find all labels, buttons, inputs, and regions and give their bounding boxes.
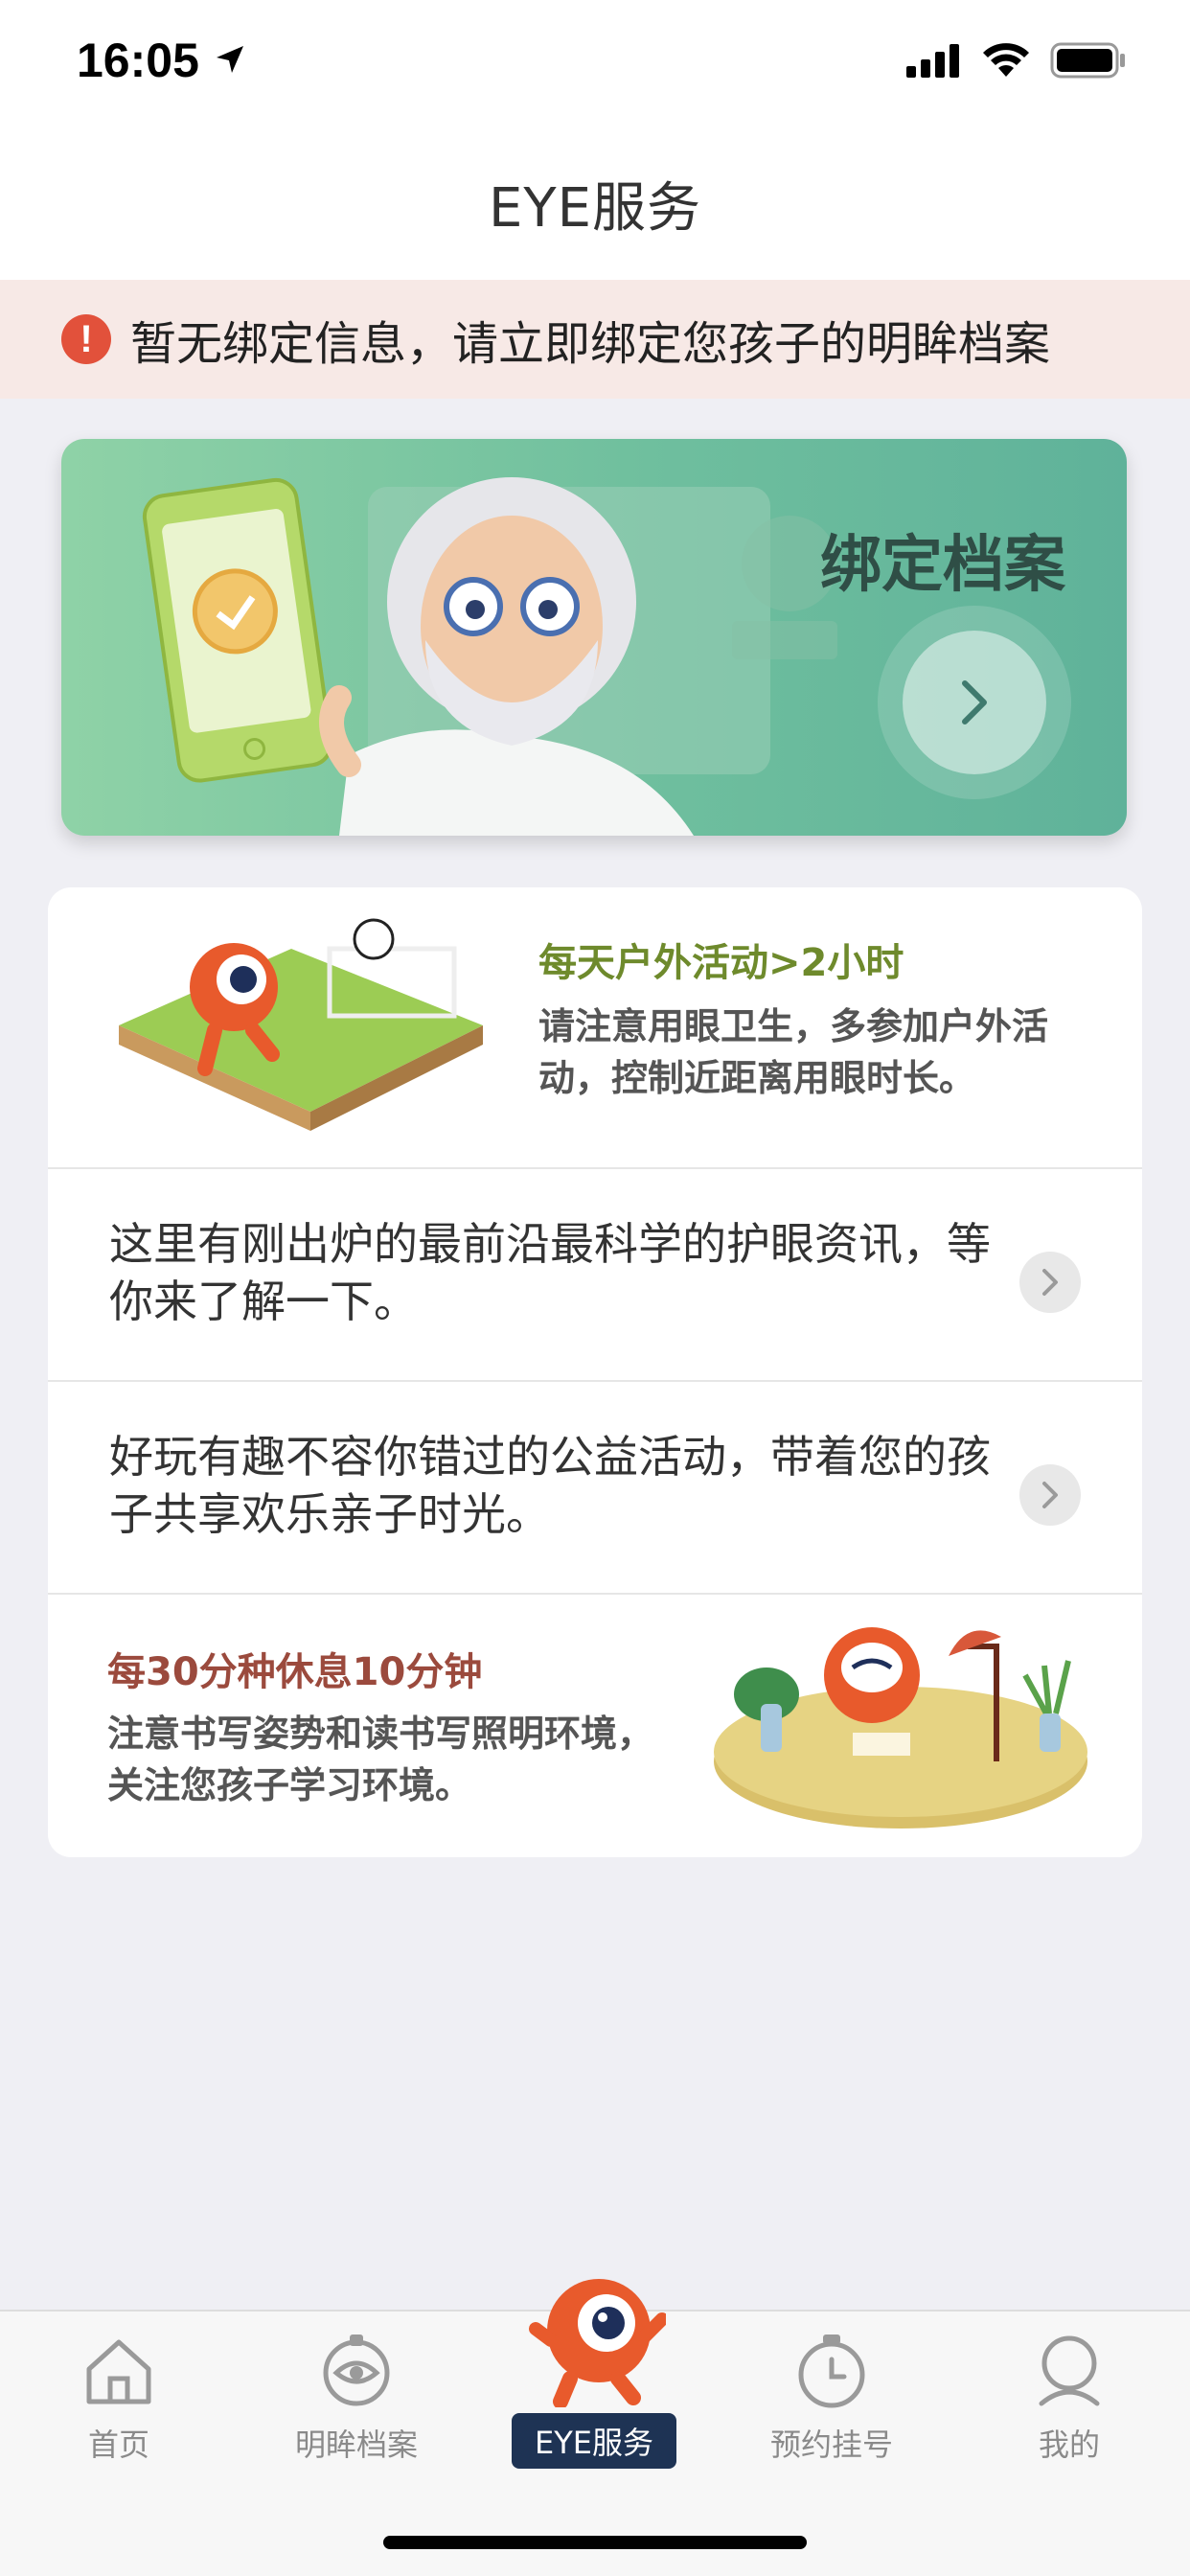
tab-eye-service[interactable] xyxy=(498,2273,690,2411)
wifi-icon xyxy=(983,43,1029,77)
tab-eye-profile-label: 明眸档案 xyxy=(294,2426,418,2463)
alert-icon: ! xyxy=(61,314,111,364)
status-time: 16:05 xyxy=(77,34,199,87)
tip-outdoor-title: 每天户外活动>2小时 xyxy=(538,941,904,985)
nav-bar: EYE服务 xyxy=(0,126,1190,280)
chevron-right-icon xyxy=(1042,1482,1058,1508)
activity-row-text: 好玩有趣不容你错过的公益活动，带着您的孩子共享欢乐亲子时光。 xyxy=(109,1431,991,1540)
clock-icon xyxy=(798,2334,865,2408)
banner-title: 绑定档案 xyxy=(820,530,1065,601)
tip-rest: 每30分种休息10分钟 注意书写姿势和读书写照明环境，关注您孩子学习环境。 xyxy=(48,1595,1142,1857)
tab-mine-label: 我的 xyxy=(1038,2426,1100,2463)
chevron-right-icon xyxy=(962,680,987,724)
banner-arrow-button[interactable] xyxy=(903,631,1046,774)
chevron-right-icon xyxy=(1042,1269,1058,1296)
news-row-arrow[interactable] xyxy=(1019,1252,1081,1313)
status-icons xyxy=(906,42,1127,79)
tip-outdoor-desc: 请注意用眼卫生，多参加户外活动，控制近距离用眼时长。 xyxy=(538,1005,1049,1099)
home-icon xyxy=(86,2339,151,2404)
activity-row[interactable]: 好玩有趣不容你错过的公益活动，带着您的孩子共享欢乐亲子时光。 xyxy=(48,1382,1142,1595)
tab-appointment[interactable]: 预约挂号 xyxy=(736,2331,927,2465)
activity-row-arrow[interactable] xyxy=(1019,1464,1081,1526)
tab-mine[interactable]: 我的 xyxy=(973,2331,1165,2465)
bind-profile-banner[interactable]: 绑定档案 xyxy=(61,439,1127,836)
tip-rest-title: 每30分种休息10分钟 xyxy=(107,1650,483,1694)
tab-home-label: 首页 xyxy=(87,2426,149,2463)
home-indicator xyxy=(383,2536,807,2549)
study-desk-illustration xyxy=(714,1627,1087,1828)
status-bar: 16:05 xyxy=(0,0,1190,126)
tab-home[interactable]: 首页 xyxy=(23,2331,215,2465)
page-title: EYE服务 xyxy=(489,176,701,240)
mascot-icon xyxy=(529,2279,669,2409)
notice-text: 暂无绑定信息，请立即绑定您孩子的明眸档案 xyxy=(130,317,1051,371)
location-arrow-icon xyxy=(217,46,243,73)
tab-appointment-label: 预约挂号 xyxy=(769,2426,893,2463)
eye-icon xyxy=(323,2334,390,2406)
user-icon xyxy=(1039,2335,1100,2406)
tip-rest-desc: 注意书写姿势和读书写照明环境，关注您孩子学习环境。 xyxy=(107,1713,654,1806)
news-row[interactable]: 这里有刚出炉的最前沿最科学的护眼资讯，等你来了解一下。 xyxy=(48,1169,1142,1382)
outdoor-illustration xyxy=(119,918,483,1131)
signal-icon xyxy=(906,44,959,78)
news-row-text: 这里有刚出炉的最前沿最科学的护眼资讯，等你来了解一下。 xyxy=(109,1218,991,1327)
battery-icon xyxy=(1050,42,1125,79)
bind-notice[interactable]: ! 暂无绑定信息，请立即绑定您孩子的明眸档案 xyxy=(0,280,1190,399)
service-card: 每天户外活动>2小时 请注意用眼卫生，多参加户外活动，控制近距离用眼时长。 这里… xyxy=(48,887,1142,1857)
tab-eye-service-label[interactable]: EYE服务 xyxy=(512,2413,676,2469)
tip-outdoor: 每天户外活动>2小时 请注意用眼卫生，多参加户外活动，控制近距离用眼时长。 xyxy=(48,887,1142,1169)
tab-eye-profile[interactable]: 明眸档案 xyxy=(261,2331,452,2465)
